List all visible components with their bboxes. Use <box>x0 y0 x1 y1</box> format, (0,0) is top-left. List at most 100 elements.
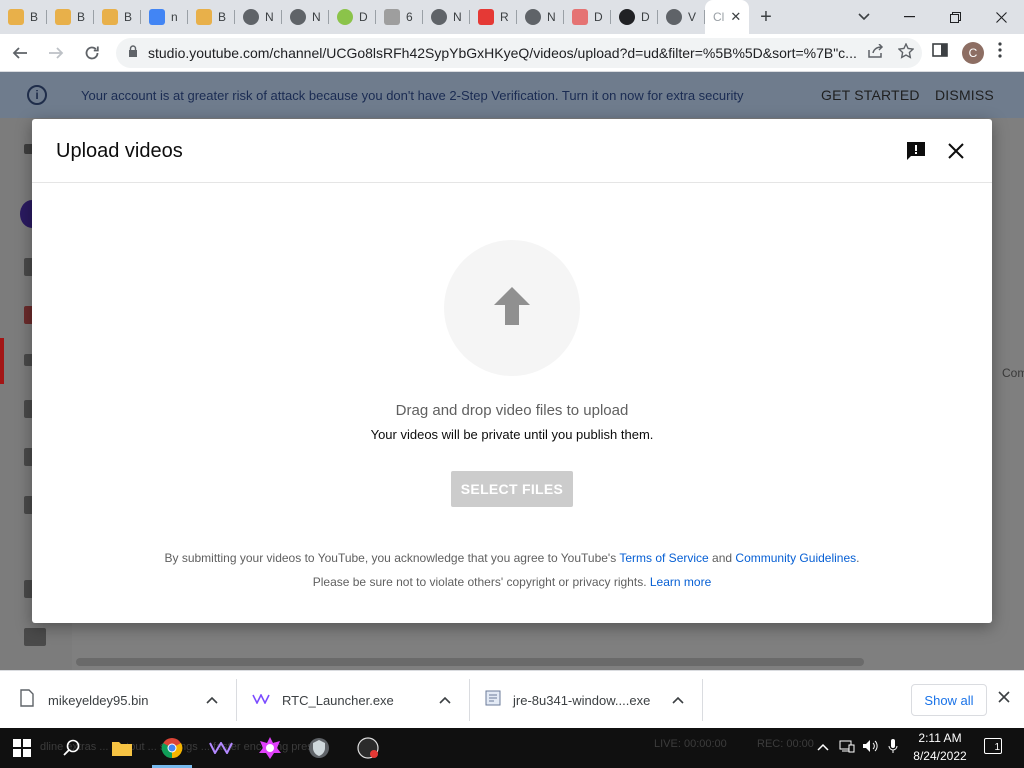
profile-avatar[interactable]: C <box>962 41 984 64</box>
meme-favicon-icon <box>196 9 212 25</box>
browser-toolbar: studio.youtube.com/channel/UCGo8lsRFh42S… <box>0 34 1024 72</box>
tab-7[interactable]: N <box>282 0 329 34</box>
download-item[interactable]: RTC_Launcher.exe <box>252 671 394 729</box>
restore-icon[interactable] <box>932 0 978 34</box>
download-item[interactable]: jre-8u341-window....exe <box>485 671 650 729</box>
tray-chevron-up-icon[interactable] <box>817 740 829 754</box>
tab-12[interactable]: N <box>517 0 564 34</box>
window-controls <box>886 0 1024 34</box>
url-text[interactable]: studio.youtube.com/channel/UCGo8lsRFh42S… <box>148 45 858 61</box>
tab-search-icon[interactable] <box>850 0 878 34</box>
network-icon[interactable] <box>839 739 855 756</box>
download-shelf: mikeyeldey95.bin RTC_Launcher.exe jre-8u… <box>0 670 1024 728</box>
privacy-note: Your videos will be private until you pu… <box>370 427 654 442</box>
tab-label: N <box>453 10 462 24</box>
forward-icon[interactable] <box>40 37 72 69</box>
chrome-icon[interactable] <box>158 734 186 762</box>
bookmark-star-icon[interactable] <box>897 42 915 62</box>
installer-icon <box>485 690 501 711</box>
tab-6[interactable]: N <box>235 0 282 34</box>
tab-active[interactable]: Cl ✕ <box>705 0 749 34</box>
tab-strip: B B Bn B N N D 6 N R N D D V Cl ✕ + <box>0 0 1024 34</box>
reload-icon[interactable] <box>76 37 108 69</box>
tab-label: R <box>500 10 509 24</box>
doc-favicon-icon <box>384 9 400 25</box>
terms-of-service-link[interactable]: Terms of Service <box>619 551 708 565</box>
active-nav-indicator <box>0 338 4 384</box>
legal-text-1: By submitting your videos to YouTube, yo… <box>164 551 617 565</box>
learn-more-link[interactable]: Learn more <box>650 575 711 589</box>
game-app-icon[interactable] <box>256 734 284 762</box>
select-files-button[interactable]: SELECT FILES <box>451 471 573 507</box>
banner-message: Your account is at greater risk of attac… <box>81 87 744 103</box>
chevron-up-icon[interactable] <box>672 693 684 707</box>
notification-center-icon[interactable]: 1 <box>984 738 1002 754</box>
legal-and: and <box>712 551 733 565</box>
store-favicon-icon <box>572 9 588 25</box>
security-banner: i Your account is at greater risk of att… <box>0 72 1024 118</box>
back-icon[interactable] <box>4 37 36 69</box>
tab-15[interactable]: V <box>658 0 705 34</box>
file-explorer-icon[interactable] <box>108 734 136 762</box>
active-tab-label: Cl <box>713 10 725 24</box>
tab-label: B <box>30 10 39 24</box>
share-icon[interactable] <box>868 43 884 61</box>
tab-label: N <box>312 10 321 24</box>
tab-3[interactable]: B <box>94 0 141 34</box>
tab-10[interactable]: N <box>423 0 470 34</box>
get-started-button[interactable]: GET STARTED <box>821 87 920 103</box>
clock-time[interactable]: 2:11 AM <box>908 731 972 745</box>
divider <box>236 679 237 721</box>
obs-icon[interactable] <box>354 734 382 762</box>
menu-dots-icon[interactable] <box>998 42 1002 63</box>
legal-text-2: Please be sure not to violate others' co… <box>312 575 647 589</box>
send-feedback-icon[interactable] <box>24 628 46 646</box>
close-icon[interactable] <box>944 139 968 163</box>
upload-dialog: Upload videos Drag and drop video files … <box>32 119 992 623</box>
tab-5[interactable]: B <box>188 0 235 34</box>
tab-9[interactable]: 6 <box>376 0 423 34</box>
minimize-icon[interactable] <box>886 0 932 34</box>
close-window-icon[interactable] <box>978 0 1024 34</box>
search-icon[interactable] <box>58 734 86 762</box>
upload-drop-zone[interactable] <box>444 240 580 376</box>
address-bar[interactable]: studio.youtube.com/channel/UCGo8lsRFh42S… <box>116 37 922 68</box>
divider <box>702 679 703 721</box>
tab-13[interactable]: D <box>564 0 611 34</box>
new-tab-button[interactable]: + <box>749 6 783 29</box>
launcher-taskbar-icon[interactable] <box>207 734 235 762</box>
download-name: RTC_Launcher.exe <box>282 692 394 708</box>
lock-icon[interactable] <box>128 45 138 60</box>
close-shelf-icon[interactable] <box>998 690 1010 708</box>
google-favicon-icon <box>149 9 165 25</box>
volume-icon[interactable] <box>862 739 880 756</box>
background-column-text: Com <box>1002 366 1024 380</box>
show-all-button[interactable]: Show all <box>911 684 987 716</box>
app-shield-icon[interactable] <box>305 734 333 762</box>
tab-1[interactable]: B <box>0 0 47 34</box>
tab-label: B <box>218 10 227 24</box>
tab-close-icon[interactable]: ✕ <box>730 9 741 25</box>
globe-favicon-icon <box>666 9 682 25</box>
tab-14[interactable]: D <box>611 0 658 34</box>
clock-date[interactable]: 8/24/2022 <box>908 749 972 763</box>
chrome-favicon-icon <box>525 9 541 25</box>
dismiss-button[interactable]: DISMISS <box>935 87 994 103</box>
chevron-up-icon[interactable] <box>206 693 218 707</box>
windows-start-icon[interactable] <box>8 734 36 762</box>
tab-label: n <box>171 10 178 24</box>
community-guidelines-link[interactable]: Community Guidelines <box>735 551 856 565</box>
horizontal-scrollbar[interactable] <box>76 658 864 666</box>
side-panel-icon[interactable] <box>932 42 948 63</box>
download-name: jre-8u341-window....exe <box>513 692 651 708</box>
chrome-favicon-icon <box>290 9 306 25</box>
tab-8[interactable]: D <box>329 0 376 34</box>
download-item[interactable]: mikeyeldey95.bin <box>20 671 148 729</box>
chevron-up-icon[interactable] <box>439 693 451 707</box>
microphone-icon[interactable] <box>888 738 898 757</box>
tab-4[interactable]: n <box>141 0 188 34</box>
toolbar-right: C <box>932 41 1002 64</box>
tab-11[interactable]: R <box>470 0 517 34</box>
feedback-icon[interactable] <box>905 140 927 162</box>
tab-2[interactable]: B <box>47 0 94 34</box>
